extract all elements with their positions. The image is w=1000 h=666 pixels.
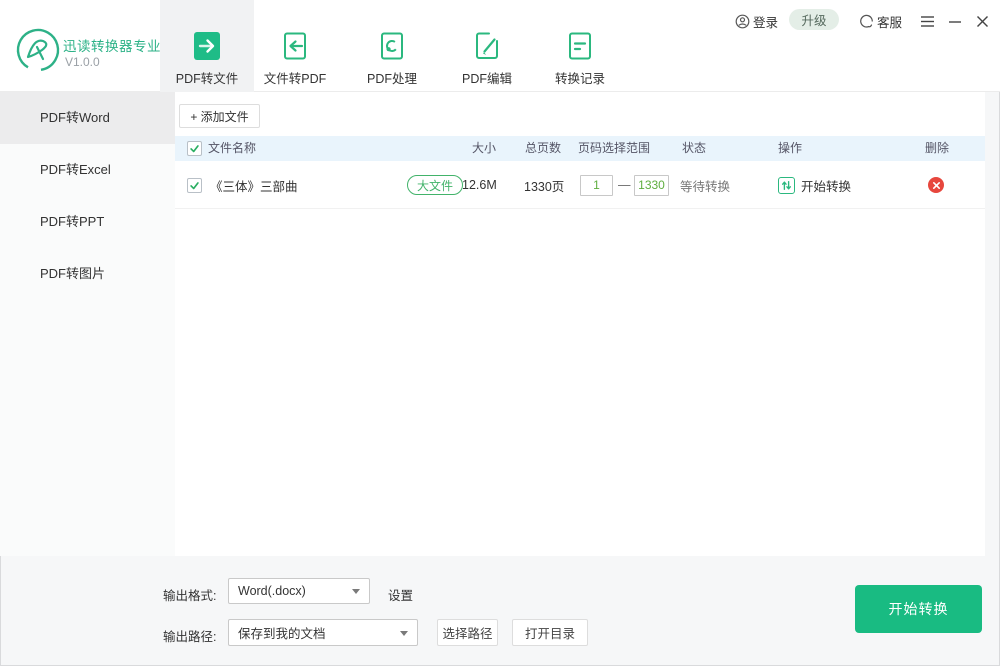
- app-logo-icon: [15, 27, 61, 73]
- upgrade-button[interactable]: 升级: [789, 9, 839, 30]
- row-delete-cell: [928, 161, 944, 209]
- pdf-edit-icon: [473, 31, 501, 61]
- row-checkbox-cell: [187, 161, 202, 209]
- tab-file-to-pdf[interactable]: 文件转PDF: [248, 0, 342, 92]
- open-directory-button[interactable]: 打开目录: [512, 619, 588, 646]
- file-size: 12.6M: [462, 178, 497, 192]
- sidebar: PDF转Word PDF转Excel PDF转PPT PDF转图片: [0, 92, 175, 556]
- output-path-select[interactable]: 保存到我的文档: [228, 619, 418, 646]
- user-icon: [735, 14, 750, 29]
- tab-pdf-to-file[interactable]: PDF转文件: [160, 0, 254, 92]
- check-icon: [190, 145, 199, 153]
- table-row: 《三体》三部曲 大文件 12.6M 1330页 — 等待转换: [175, 161, 985, 209]
- app-window: 迅读转换器专业版 V1.0.0 PDF转文件 文件转PDF PDF处理 PDF编…: [0, 0, 1000, 666]
- upgrade-label: 升级: [801, 14, 827, 28]
- menu-button[interactable]: [918, 12, 936, 30]
- output-format-label: 输出格式:: [163, 589, 217, 603]
- support-button[interactable]: 客服: [859, 12, 902, 31]
- login-button[interactable]: 登录: [735, 12, 778, 31]
- sidebar-item-label: PDF转PPT: [40, 214, 105, 229]
- minimize-icon: [949, 20, 961, 23]
- tab-label: 文件转PDF: [263, 72, 327, 86]
- delete-file-button[interactable]: [928, 177, 944, 193]
- sidebar-item-pdf-to-ppt[interactable]: PDF转PPT: [0, 196, 175, 248]
- tab-label: PDF编辑: [461, 72, 512, 86]
- file-name: 《三体》三部曲: [210, 179, 298, 194]
- start-convert-button[interactable]: 开始转换: [855, 585, 982, 633]
- col-header-status: 状态: [682, 141, 707, 155]
- output-format-select[interactable]: Word(.docx): [228, 578, 370, 604]
- settings-link[interactable]: 设置: [388, 585, 413, 604]
- close-icon: [976, 15, 988, 27]
- history-icon: [566, 31, 594, 61]
- dropdown-caret-icon: [352, 589, 360, 594]
- menu-icon: [920, 15, 934, 27]
- sidebar-item-label: PDF转Word: [40, 110, 110, 125]
- choose-path-button[interactable]: 选择路径: [437, 619, 498, 646]
- sidebar-item-pdf-to-word[interactable]: PDF转Word: [0, 92, 175, 144]
- tab-label: PDF转文件: [175, 72, 239, 86]
- add-file-button[interactable]: + 添加文件: [179, 104, 260, 128]
- tab-pdf-process[interactable]: PDF处理: [345, 0, 439, 92]
- app-version: V1.0.0: [65, 55, 100, 69]
- range-to-cell: [634, 161, 669, 209]
- pdf-process-icon: [378, 31, 406, 61]
- tab-history[interactable]: 转换记录: [533, 0, 627, 92]
- minimize-button[interactable]: [946, 12, 964, 30]
- convert-icon: [778, 176, 795, 194]
- pdf-to-file-icon: [193, 31, 221, 61]
- sidebar-item-label: PDF转图片: [40, 266, 106, 281]
- delete-x-icon: [932, 181, 940, 189]
- dropdown-caret-icon: [400, 630, 408, 636]
- row-checkbox[interactable]: [187, 177, 202, 193]
- sidebar-item-pdf-to-image[interactable]: PDF转图片: [0, 248, 175, 300]
- tab-label: 转换记录: [554, 72, 605, 86]
- tab-label: PDF处理: [366, 72, 417, 86]
- support-label: 客服: [877, 16, 903, 30]
- file-status: 等待转换: [680, 179, 731, 194]
- range-to-input[interactable]: [634, 174, 669, 196]
- big-file-badge: 大文件: [407, 175, 464, 195]
- check-icon: [190, 181, 199, 189]
- range-separator: —: [618, 178, 631, 192]
- col-header-action: 操作: [778, 141, 803, 155]
- file-list-panel: + 添加文件 文件名称 大小 总页数 页码选择范围 状态 操作 删除 《三体》三…: [175, 92, 985, 556]
- output-path-value: 保存到我的文档: [238, 627, 326, 641]
- headset-icon: [860, 14, 873, 28]
- sidebar-item-pdf-to-excel[interactable]: PDF转Excel: [0, 144, 175, 196]
- close-button[interactable]: [973, 12, 991, 30]
- header: 迅读转换器专业版 V1.0.0 PDF转文件 文件转PDF PDF处理 PDF编…: [0, 0, 1000, 92]
- col-header-size: 大小: [472, 141, 497, 155]
- file-to-pdf-icon: [281, 31, 309, 61]
- col-header-range: 页码选择范围: [578, 141, 651, 155]
- file-badge-cell: 大文件: [407, 161, 464, 209]
- row-action-label: 开始转换: [801, 179, 852, 194]
- tab-pdf-edit[interactable]: PDF编辑: [440, 0, 534, 92]
- range-from-cell: [580, 161, 613, 209]
- file-pages: 1330页: [524, 179, 565, 194]
- row-action[interactable]: 开始转换: [778, 161, 851, 209]
- app-title: 迅读转换器专业版: [63, 39, 175, 54]
- select-all-checkbox[interactable]: [187, 141, 202, 156]
- range-from-input[interactable]: [580, 174, 613, 196]
- login-label: 登录: [753, 16, 779, 30]
- col-header-delete: 删除: [925, 141, 950, 155]
- col-header-pages: 总页数: [525, 141, 562, 155]
- sidebar-item-label: PDF转Excel: [40, 162, 111, 177]
- output-format-value: Word(.docx): [238, 584, 306, 598]
- output-path-label: 输出路径:: [163, 630, 217, 644]
- col-header-name: 文件名称: [208, 141, 257, 155]
- table-header: 文件名称 大小 总页数 页码选择范围 状态 操作 删除: [175, 136, 985, 161]
